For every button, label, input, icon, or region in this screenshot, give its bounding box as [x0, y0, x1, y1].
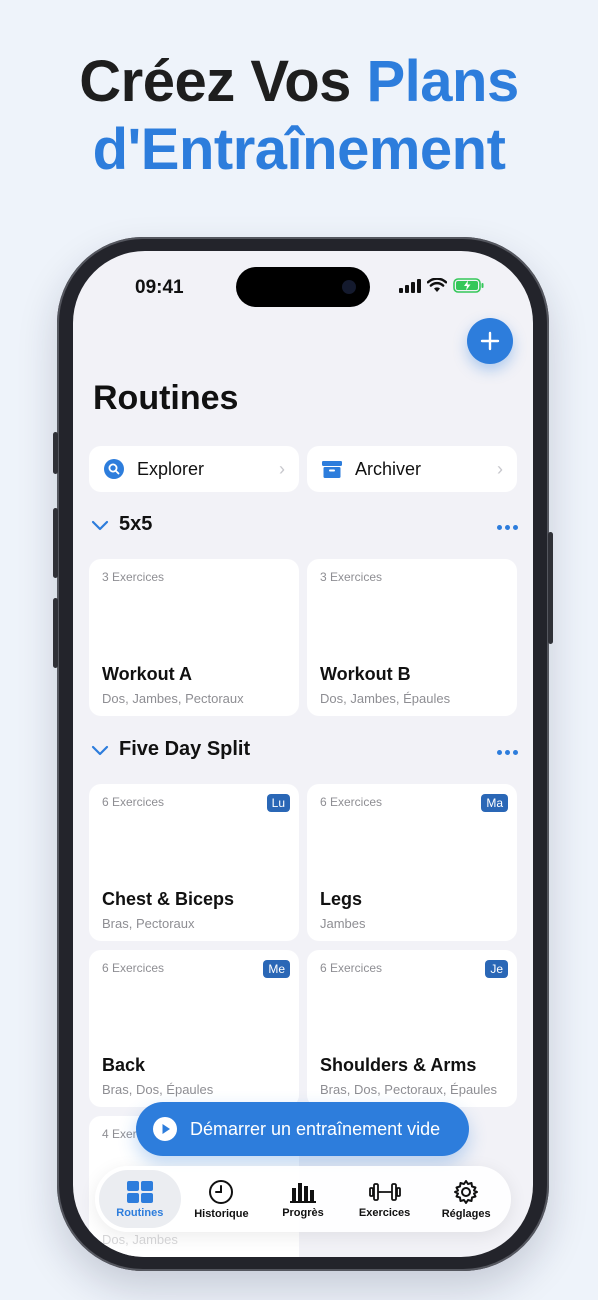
- grid-icon: [126, 1180, 153, 1203]
- section-title: 5x5: [119, 513, 153, 535]
- add-routine-button[interactable]: [467, 318, 513, 364]
- start-empty-workout-button[interactable]: Démarrer un entraînement vide: [136, 1102, 469, 1156]
- routine-card-shoulders-arms[interactable]: 6 Exercices Je Shoulders & Arms Bras, Do…: [307, 950, 517, 1107]
- tab-bar: Routines Historique Progrès Exercices Ré…: [95, 1166, 511, 1232]
- chevron-down-icon: [91, 520, 109, 530]
- battery-charging-icon: [453, 278, 484, 293]
- app-screen: 09:41 Routines Explorer › Archiver › 5x5…: [73, 251, 533, 1257]
- routine-muscles: Dos, Jambes, Pectoraux: [102, 691, 244, 706]
- routine-card-workout-b[interactable]: 3 Exercices Workout B Dos, Jambes, Épaul…: [307, 559, 517, 716]
- gear-icon: [454, 1179, 479, 1204]
- exercise-count: 6 Exercices: [320, 795, 383, 809]
- routine-muscles: Jambes: [320, 916, 366, 931]
- tab-exercices[interactable]: Exercices: [344, 1170, 426, 1228]
- status-time: 09:41: [135, 277, 184, 298]
- section-more-icon[interactable]: [497, 750, 518, 755]
- routine-muscles: Bras, Dos, Pectoraux, Épaules: [320, 1082, 498, 1097]
- phone-volume-down-button: [53, 598, 58, 668]
- explorer-button[interactable]: Explorer ›: [89, 446, 299, 492]
- tab-historique[interactable]: Historique: [181, 1170, 263, 1228]
- explorer-label: Explorer: [137, 458, 205, 479]
- page-title: Routines: [93, 379, 239, 417]
- phone-action-button: [53, 432, 58, 474]
- clock-icon: [209, 1179, 234, 1204]
- exercise-count: 3 Exercices: [320, 570, 383, 584]
- day-badge: Ma: [481, 794, 508, 812]
- tab-label: Réglages: [441, 1207, 491, 1220]
- chevron-right-icon: ›: [497, 458, 503, 479]
- section-toggle-five-day-split[interactable]: Five Day Split: [91, 738, 250, 761]
- tab-reglages[interactable]: Réglages: [425, 1170, 507, 1228]
- dumbbell-icon: [368, 1182, 401, 1201]
- tab-progres[interactable]: Progrès: [262, 1170, 344, 1228]
- tab-label: Historique: [194, 1207, 249, 1220]
- routine-name: Legs: [320, 889, 363, 909]
- archive-button[interactable]: Archiver ›: [307, 446, 517, 492]
- cellular-signal-icon: [399, 278, 421, 293]
- routine-card-workout-a[interactable]: 3 Exercices Workout A Dos, Jambes, Pecto…: [89, 559, 299, 716]
- tab-label: Routines: [116, 1206, 164, 1219]
- routine-muscles: Bras, Dos, Épaules: [102, 1082, 214, 1097]
- routine-card-legs[interactable]: 6 Exercices Ma Legs Jambes: [307, 784, 517, 941]
- bar-chart-icon: [289, 1182, 316, 1203]
- start-empty-workout-label: Démarrer un entraînement vide: [190, 1118, 441, 1139]
- phone-power-button: [548, 532, 553, 644]
- status-icons: [399, 278, 485, 293]
- routine-muscles: Dos, Jambes, Épaules: [320, 691, 451, 706]
- headline-dark-text: Créez Vos: [79, 49, 367, 114]
- routine-name: Workout B: [320, 664, 411, 684]
- routine-name: Chest & Biceps: [102, 889, 235, 909]
- exercise-count: 6 Exercices: [102, 795, 165, 809]
- exercise-count: 6 Exercices: [102, 961, 165, 975]
- routine-card-chest-biceps[interactable]: 6 Exercices Lu Chest & Biceps Bras, Pect…: [89, 784, 299, 941]
- section-more-icon[interactable]: [497, 525, 518, 530]
- wifi-icon: [427, 278, 447, 292]
- archive-label: Archiver: [355, 458, 422, 479]
- headline-second-line: d'Entraînement: [92, 117, 506, 182]
- day-badge: Lu: [266, 794, 290, 812]
- routine-name: Back: [102, 1055, 146, 1075]
- marketing-headline: Créez Vos Plans d'Entraînement: [0, 48, 598, 184]
- exercise-count: 6 Exercices: [320, 961, 383, 975]
- dynamic-island: [236, 267, 370, 307]
- routine-name: Shoulders & Arms: [320, 1055, 477, 1075]
- phone-volume-up-button: [53, 508, 58, 578]
- section-title: Five Day Split: [119, 738, 251, 760]
- archive-box-icon: [322, 461, 342, 478]
- camera-icon: [342, 280, 356, 294]
- headline-blue-text: Plans: [366, 49, 520, 114]
- chevron-down-icon: [91, 745, 109, 755]
- section-toggle-5x5[interactable]: 5x5: [91, 513, 152, 536]
- tab-label: Exercices: [358, 1206, 411, 1219]
- day-badge: Je: [485, 960, 508, 978]
- play-circle-icon: [153, 1117, 177, 1141]
- day-badge: Me: [263, 960, 290, 978]
- routine-card-back[interactable]: 6 Exercices Me Back Bras, Dos, Épaules: [89, 950, 299, 1107]
- exercise-count: 3 Exercices: [102, 570, 165, 584]
- routine-muscles: Bras, Pectoraux: [102, 916, 195, 931]
- chevron-right-icon: ›: [279, 458, 285, 479]
- tab-routines[interactable]: Routines: [99, 1170, 181, 1228]
- routine-name: Workout A: [102, 664, 192, 684]
- plus-icon: [480, 331, 500, 351]
- search-icon: [104, 459, 124, 479]
- tab-label: Progrès: [282, 1206, 324, 1219]
- routine-muscles: Dos, Jambes: [102, 1232, 178, 1247]
